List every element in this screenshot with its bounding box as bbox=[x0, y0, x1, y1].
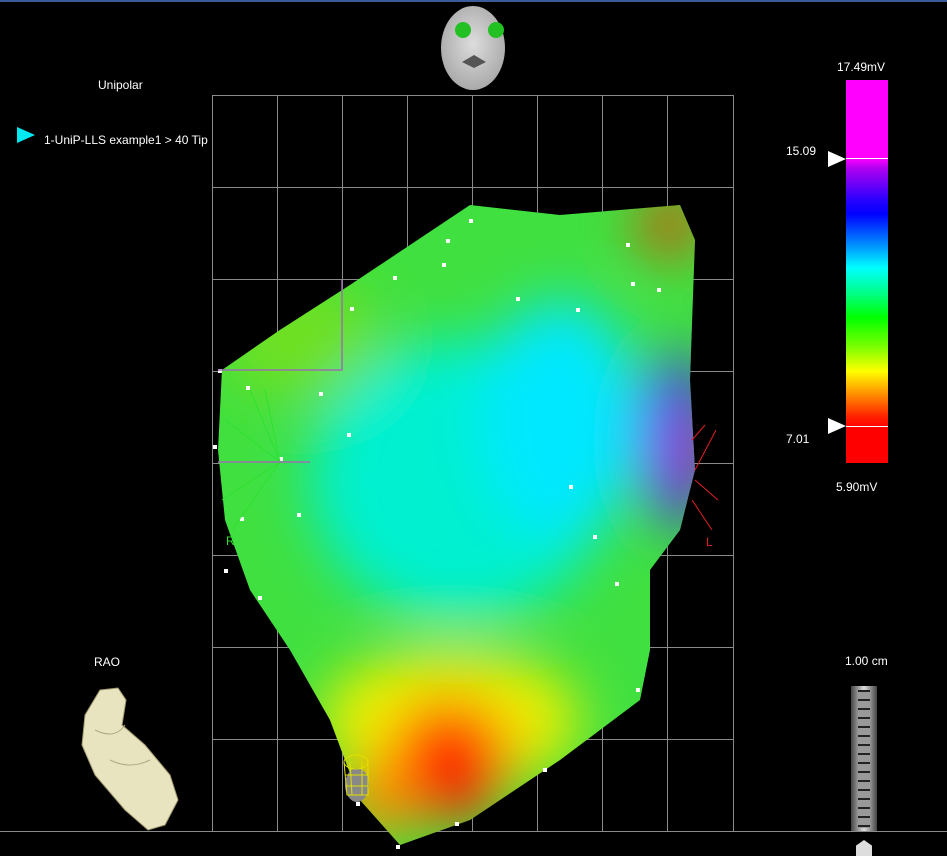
map-type-label: Unipolar bbox=[98, 78, 143, 92]
map-name-label: 1-UniP-LLS example1 > 40 Tip bbox=[44, 133, 208, 147]
lower-threshold-handle[interactable] bbox=[828, 418, 846, 434]
right-marker: R bbox=[226, 534, 235, 548]
orientation-label: RAO bbox=[94, 655, 121, 669]
voltage-colorbar bbox=[846, 80, 888, 463]
scale-label: 1.00 cm bbox=[845, 654, 888, 668]
upper-threshold-handle[interactable] bbox=[828, 151, 846, 167]
left-orientation-lines bbox=[691, 424, 719, 531]
heart-orientation-icon[interactable] bbox=[81, 687, 179, 831]
play-icon[interactable] bbox=[17, 127, 35, 143]
lower-threshold-value: 7.01 bbox=[786, 432, 810, 446]
upper-threshold-value: 15.09 bbox=[786, 144, 817, 158]
left-marker: L bbox=[706, 535, 713, 549]
upper-threshold-line bbox=[846, 158, 888, 159]
colorbar-max-label: 17.49mV bbox=[837, 60, 886, 74]
face-orientation-icon[interactable] bbox=[441, 6, 505, 90]
scale-ruler-ticks bbox=[858, 690, 870, 828]
map-viewport[interactable] bbox=[0, 0, 947, 856]
lower-threshold-line bbox=[846, 426, 888, 427]
colorbar-min-label: 5.90mV bbox=[836, 480, 878, 494]
